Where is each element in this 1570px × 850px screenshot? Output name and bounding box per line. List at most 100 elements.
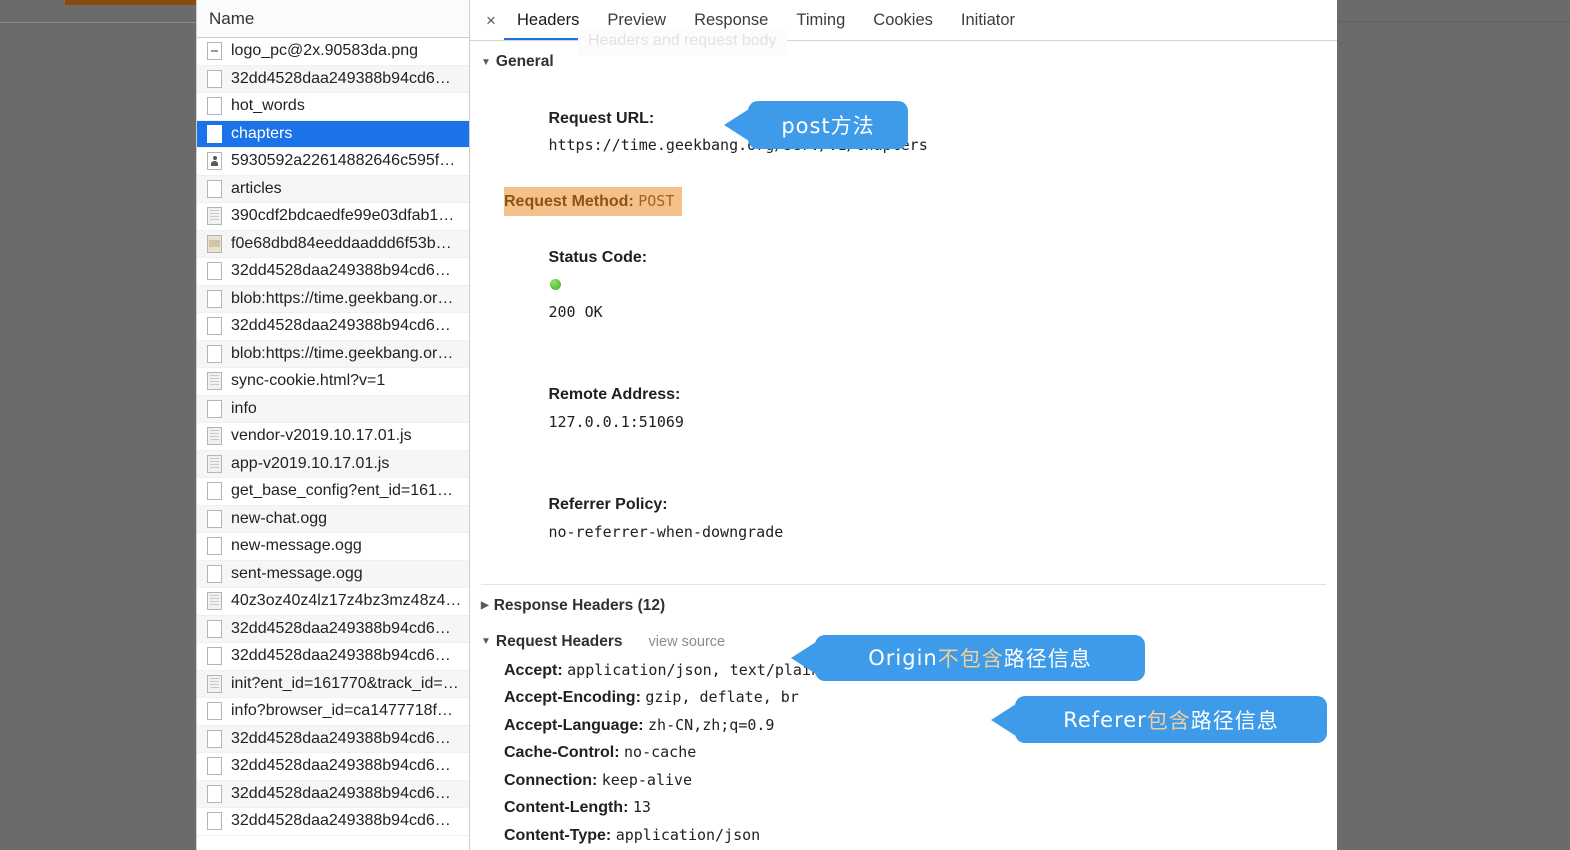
- section-general[interactable]: ▼ General: [470, 41, 1337, 77]
- request-list-item-label: 32dd4528daa249388b94cd6…: [231, 619, 451, 637]
- close-icon[interactable]: ×: [478, 2, 504, 40]
- annotation-post-text: post方法: [781, 114, 875, 138]
- general-remote-address-row: Remote Address: 127.0.0.1:51069: [470, 354, 1337, 464]
- dash-file-icon: [207, 42, 222, 61]
- request-list-item[interactable]: 32dd4528daa249388b94cd6…: [197, 615, 469, 643]
- request-list-item[interactable]: info?browser_id=ca1477718f…: [197, 698, 469, 726]
- request-list-item-label: hot_words: [231, 97, 305, 115]
- request-list-item[interactable]: blob:https://time.geekbang.or…: [197, 285, 469, 313]
- request-header-key: Content-Length:: [504, 799, 629, 816]
- request-list-item[interactable]: new-message.ogg: [197, 533, 469, 561]
- request-header-value: 13: [632, 798, 651, 816]
- request-list-item[interactable]: 40z3oz40z4lz17z4bz3mz48z4…: [197, 588, 469, 616]
- avatar-file-icon: [207, 152, 222, 171]
- request-header-row: Cache-Control: no-cache: [470, 739, 1337, 767]
- request-list-item[interactable]: 32dd4528daa249388b94cd6…: [197, 65, 469, 93]
- annotation-origin-highlight: 不包含: [937, 647, 1004, 671]
- request-list-item[interactable]: 32dd4528daa249388b94cd6…: [197, 753, 469, 781]
- request-list-item[interactable]: app-v2019.10.17.01.js: [197, 450, 469, 478]
- tab-timing[interactable]: Timing: [783, 1, 858, 40]
- request-list-item-label: logo_pc@2x.90583da.png: [231, 42, 419, 60]
- annotation-origin: Origin 不包含 路径信息: [815, 635, 1145, 681]
- request-list-item[interactable]: 32dd4528daa249388b94cd6…: [197, 258, 469, 286]
- request-list-item[interactable]: chapters: [197, 120, 469, 148]
- doc-file-icon: [207, 124, 222, 143]
- request-list-item-label: info?browser_id=ca1477718f…: [231, 702, 453, 720]
- request-header-value: zh-CN,zh;q=0.9: [648, 715, 775, 734]
- general-referrer-policy-row: Referrer Policy: no-referrer-when-downgr…: [470, 464, 1337, 574]
- section-response-headers-label: Response Headers (12): [493, 596, 666, 614]
- request-list-item[interactable]: 32dd4528daa249388b94cd6…: [197, 780, 469, 808]
- request-list-item-label: 32dd4528daa249388b94cd6…: [231, 317, 451, 335]
- request-list-item-label: app-v2019.10.17.01.js: [231, 454, 390, 472]
- request-list-item[interactable]: vendor-v2019.10.17.01.js: [197, 423, 469, 451]
- request-list-item[interactable]: hot_words: [197, 93, 469, 121]
- request-list-item-label: 5930592a22614882646c595f…: [231, 152, 456, 170]
- screenshot-root: Name logo_pc@2x.90583da.png 32dd4528daa24…: [0, 0, 1570, 850]
- request-list-item[interactable]: logo_pc@2x.90583da.png: [197, 38, 469, 66]
- request-list-item[interactable]: sent-message.ogg: [197, 560, 469, 588]
- request-list-item[interactable]: get_base_config?ent_id=161…: [197, 478, 469, 506]
- request-list-item-label: blob:https://time.geekbang.or…: [231, 344, 454, 362]
- doc-file-icon: [207, 97, 222, 116]
- request-list-item-label: sync-cookie.html?v=1: [231, 372, 386, 390]
- request-list-item[interactable]: f0e68dbd84eeddaaddd6f53b…: [197, 230, 469, 258]
- tab-response[interactable]: Response: [681, 1, 781, 40]
- request-header-value: keep-alive: [601, 770, 693, 789]
- request-list-item[interactable]: 32dd4528daa249388b94cd6…: [197, 725, 469, 753]
- script-file-icon: [207, 207, 222, 226]
- doc-file-icon: [207, 509, 222, 528]
- remote-address-key: Remote Address:: [548, 386, 681, 403]
- doc-file-icon: [207, 344, 222, 363]
- doc-file-icon: [207, 317, 222, 336]
- request-header-key: Content-Type:: [504, 826, 612, 844]
- tab-headers[interactable]: Headers: [504, 1, 593, 40]
- request-list-item[interactable]: blob:https://time.geekbang.or…: [197, 340, 469, 368]
- referrer-policy-value: no-referrer-when-downgrade: [548, 522, 784, 541]
- request-list-item-label: new-message.ogg: [231, 537, 362, 555]
- tab-cookies[interactable]: Cookies: [860, 1, 946, 40]
- request-list-item[interactable]: 32dd4528daa249388b94cd6…: [197, 313, 469, 341]
- doc-file-icon: [207, 619, 222, 638]
- request-list-item-label: get_base_config?ent_id=161…: [231, 482, 453, 500]
- request-header-rows: Accept: application/json, text/plain, */…: [470, 657, 1337, 850]
- request-list[interactable]: Name logo_pc@2x.90583da.png 32dd4528daa24…: [197, 0, 470, 850]
- request-list-item-label: articles: [231, 179, 282, 197]
- referrer-policy-key: Referrer Policy:: [548, 496, 668, 513]
- section-general-label: General: [495, 53, 554, 70]
- request-list-header-name[interactable]: Name: [197, 0, 469, 38]
- section-response-headers[interactable]: ▶ Response Headers (12): [470, 585, 1337, 621]
- request-list-item-label: new-chat.ogg: [231, 509, 328, 527]
- doc-file-icon: [207, 702, 222, 721]
- request-list-item-label: info: [231, 399, 257, 417]
- status-ok-icon: [550, 279, 562, 290]
- request-header-key: Accept-Encoding:: [504, 689, 641, 706]
- request-method-value: POST: [638, 192, 675, 210]
- request-list-item-label: 32dd4528daa249388b94cd6…: [231, 262, 451, 280]
- annotation-origin-post: 路径信息: [1003, 647, 1092, 671]
- request-list-item[interactable]: articles: [197, 175, 469, 203]
- general-request-method-row: Request Method: POST: [470, 187, 1337, 216]
- request-list-item-label: 390cdf2bdcaedfe99e03dfab1…: [231, 207, 455, 225]
- request-method-highlight: Request Method: POST: [504, 187, 683, 216]
- request-url-key: Request URL:: [548, 109, 655, 127]
- annotation-referer-highlight: 包含: [1146, 708, 1191, 733]
- doc-file-icon: [207, 757, 222, 776]
- doc-file-icon: [207, 289, 222, 308]
- request-list-item[interactable]: 32dd4528daa249388b94cd6…: [197, 643, 469, 671]
- doc-file-icon: [207, 729, 222, 748]
- request-list-item[interactable]: info: [197, 395, 469, 423]
- request-list-item[interactable]: 32dd4528daa249388b94cd6…: [197, 808, 469, 836]
- doc-file-icon: [207, 784, 222, 803]
- caret-down-icon-2: ▼: [481, 636, 491, 647]
- view-source-link[interactable]: view source: [649, 634, 726, 650]
- request-list-item[interactable]: new-chat.ogg: [197, 505, 469, 533]
- doc-file-icon: [207, 69, 222, 88]
- request-list-item[interactable]: sync-cookie.html?v=1: [197, 368, 469, 396]
- request-list-item[interactable]: init?ent_id=161770&track_id=…: [197, 670, 469, 698]
- tab-initiator[interactable]: Initiator: [948, 1, 1028, 40]
- request-list-item[interactable]: 390cdf2bdcaedfe99e03dfab1…: [197, 203, 469, 231]
- request-list-item[interactable]: 5930592a22614882646c595f…: [197, 148, 469, 176]
- tab-preview[interactable]: Preview: [594, 1, 679, 40]
- request-header-value: no-cache: [624, 743, 697, 761]
